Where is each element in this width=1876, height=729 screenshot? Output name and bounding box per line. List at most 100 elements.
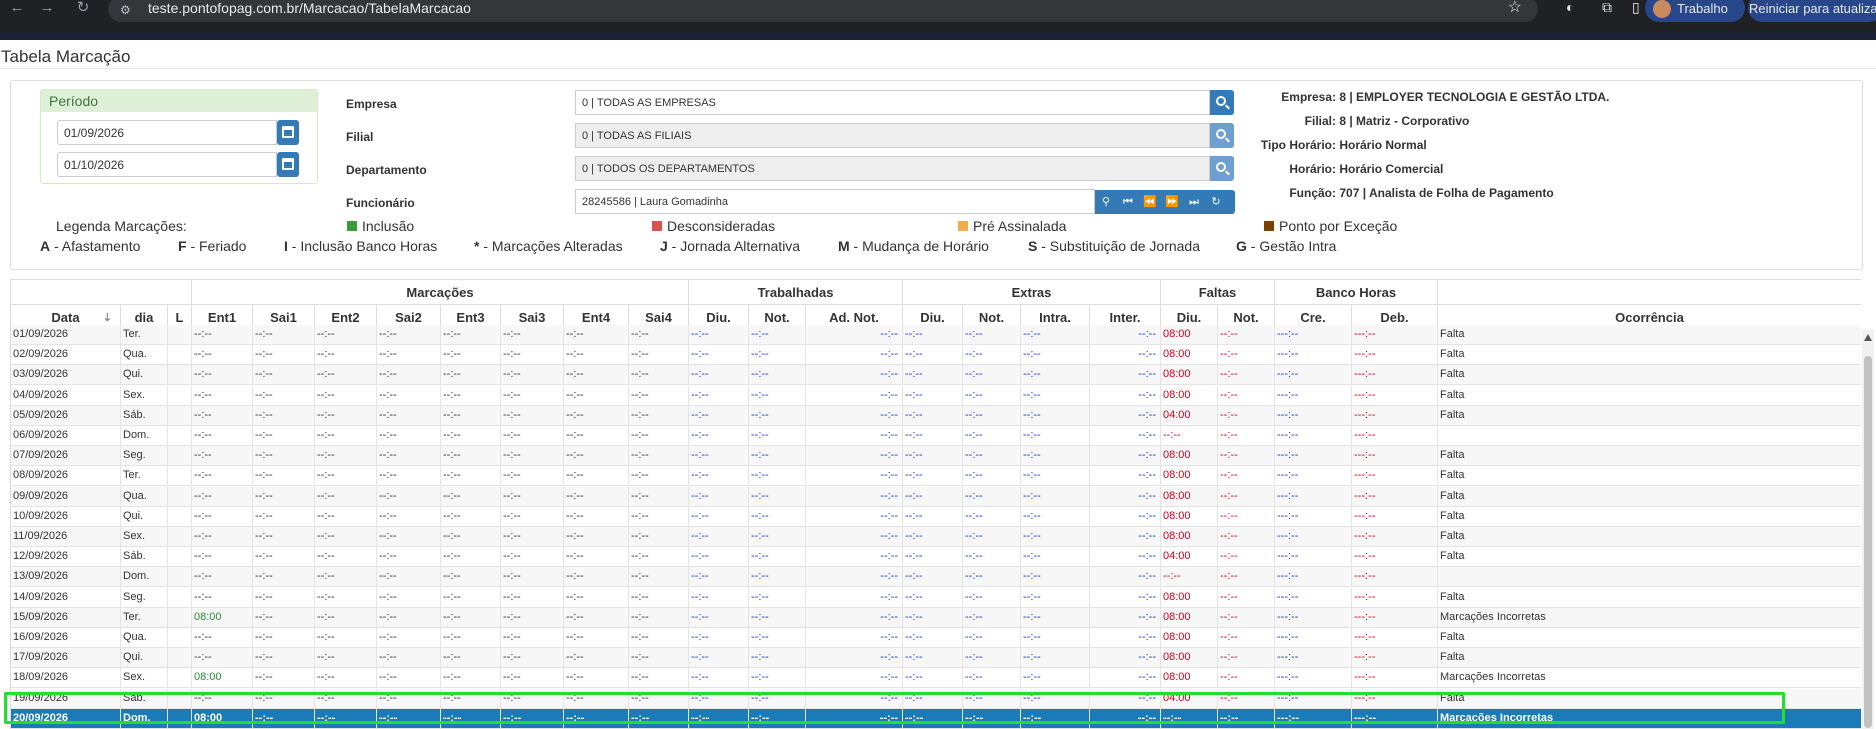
- table-row[interactable]: 10/09/2026 Qui. --:-- --:-- --:-- --:-- --:-- -…: [11, 506, 1861, 527]
- table-cell: --:--: [1090, 365, 1161, 386]
- table-cell: Falta: [1438, 325, 1861, 345]
- empresa-input[interactable]: 0 | TODAS AS EMPRESAS: [575, 90, 1210, 115]
- site-settings-icon[interactable]: ⚙: [120, 4, 131, 16]
- table-row[interactable]: 02/09/2026 Qua. --:-- --:-- --:-- --:-- --:-- -…: [11, 345, 1861, 366]
- table-cell: --:--: [253, 405, 315, 426]
- filial-search-button[interactable]: [1210, 123, 1234, 148]
- table-cell: ---:--: [1275, 325, 1352, 345]
- table-cell: --:--: [564, 385, 629, 406]
- table-cell: --:--: [629, 466, 689, 487]
- table-cell: [168, 466, 192, 487]
- table-scrollbar[interactable]: [1862, 330, 1874, 729]
- code-j: J - Jornada Alternativa: [660, 238, 801, 254]
- search-icon[interactable]: ⚲: [1095, 190, 1117, 214]
- funcionario-input[interactable]: 28245586 | Laura Gomadinha: [575, 189, 1095, 214]
- table-row[interactable]: 09/09/2026 Qua. --:-- --:-- --:-- --:-- --:-- -…: [11, 486, 1861, 507]
- table-row[interactable]: 04/09/2026 Sex. --:-- --:-- --:-- --:-- --:-- -…: [11, 385, 1861, 406]
- table-cell: --:--: [806, 688, 903, 709]
- table-cell: --:--: [253, 607, 315, 628]
- sort-icon[interactable]: ⇣: [103, 311, 112, 324]
- table-cell: --:--: [192, 486, 253, 507]
- table-cell: --:--: [192, 688, 253, 709]
- table-cell: --:--: [1021, 405, 1090, 426]
- previous-icon[interactable]: ⏪: [1139, 190, 1161, 214]
- departamento-input[interactable]: 0 | TODOS OS DEPARTAMENTOS: [575, 156, 1210, 181]
- table-cell: --:--: [1218, 527, 1275, 547]
- search-icon: [1216, 129, 1226, 139]
- table-cell: --:--: [192, 648, 253, 669]
- table-cell: --:--: [1090, 708, 1161, 729]
- profile-chip[interactable]: Trabalho: [1645, 0, 1745, 22]
- table-cell: Falta: [1438, 527, 1861, 547]
- table-row[interactable]: 15/09/2026 Ter. 08:00 --:-- --:-- --:-- --:-- -…: [11, 607, 1861, 628]
- table-cell: --:--: [963, 648, 1021, 669]
- empresa-search-button[interactable]: [1210, 90, 1234, 115]
- table-row[interactable]: 05/09/2026 Sáb. --:-- --:-- --:-- --:-- --:-- -…: [11, 405, 1861, 426]
- table-row[interactable]: 14/09/2026 Seg. --:-- --:-- --:-- --:-- --:-- -…: [11, 587, 1861, 608]
- table-row[interactable]: 12/09/2026 Sáb. --:-- --:-- --:-- --:-- --:-- -…: [11, 547, 1861, 568]
- table-cell: --:--: [903, 567, 963, 588]
- table-row[interactable]: 08/09/2026 Ter. --:-- --:-- --:-- --:-- --:-- -…: [11, 466, 1861, 487]
- table-row[interactable]: 11/09/2026 Sex. --:-- --:-- --:-- --:-- --:-- -…: [11, 527, 1861, 547]
- extension-icon[interactable]: ◐: [1566, 0, 1574, 14]
- table-cell: 12/09/2026: [11, 547, 121, 568]
- table-cell: --:--: [963, 345, 1021, 366]
- table-cell: --:--: [441, 385, 501, 406]
- table-row[interactable]: 03/09/2026 Qui. --:-- --:-- --:-- --:-- --:-- -…: [11, 365, 1861, 386]
- table-cell: --:--: [1090, 567, 1161, 588]
- table-cell: --:--: [749, 688, 806, 709]
- puzzle-extensions-icon[interactable]: ⧉: [1602, 0, 1612, 14]
- end-date-calendar-button[interactable]: [277, 152, 299, 177]
- table-row[interactable]: 17/09/2026 Qui. --:-- --:-- --:-- --:-- --:-- -…: [11, 648, 1861, 669]
- code-m: M - Mudança de Horário: [838, 238, 989, 254]
- table-cell: 08:00: [1161, 607, 1218, 628]
- table-row[interactable]: 07/09/2026 Seg. --:-- --:-- --:-- --:-- --:-- -…: [11, 446, 1861, 467]
- back-icon[interactable]: ←: [6, 0, 28, 22]
- table-cell: --:--: [689, 668, 749, 689]
- table-cell: --:--: [564, 506, 629, 527]
- next-icon[interactable]: ⏩: [1161, 190, 1183, 214]
- forward-icon[interactable]: →: [36, 0, 58, 22]
- update-button[interactable]: Reiniciar para atualizar: [1748, 0, 1876, 22]
- last-icon[interactable]: ⏭: [1183, 190, 1205, 214]
- table-cell: --:--: [253, 628, 315, 648]
- first-icon[interactable]: ⏮: [1117, 190, 1139, 214]
- table-cell: --:--: [1021, 385, 1090, 406]
- table-row[interactable]: 13/09/2026 Dom. --:-- --:-- --:-- --:-- --:-- -…: [11, 567, 1861, 588]
- side-panel-icon[interactable]: ▯: [1632, 0, 1640, 14]
- departamento-search-button[interactable]: [1210, 156, 1234, 181]
- refresh-icon[interactable]: ↻: [1205, 190, 1227, 214]
- filial-input[interactable]: 0 | TODAS AS FILIAIS: [575, 123, 1210, 148]
- table-cell: --:--: [315, 527, 377, 547]
- table-cell: [168, 385, 192, 406]
- table-row[interactable]: 06/09/2026 Dom. --:-- --:-- --:-- --:-- --:-- -…: [11, 426, 1861, 446]
- table-cell: Qua.: [121, 345, 168, 366]
- table-row[interactable]: 01/09/2026 Ter. --:-- --:-- --:-- --:-- --:-- -…: [11, 325, 1861, 345]
- profile-label: Trabalho: [1677, 1, 1728, 16]
- table-row[interactable]: 19/09/2026 Sáb. --:-- --:-- --:-- --:-- --:-- -…: [11, 688, 1861, 709]
- scroll-up-icon[interactable]: [1864, 334, 1872, 341]
- start-date-input[interactable]: 01/09/2026: [57, 120, 277, 145]
- reload-icon[interactable]: ↻: [72, 0, 94, 22]
- table-cell: [168, 607, 192, 628]
- table-row[interactable]: 18/09/2026 Sex. 08:00 --:-- --:-- --:-- --:-- -…: [11, 668, 1861, 689]
- url-text[interactable]: teste.pontofopag.com.br/Marcacao/TabelaM…: [148, 1, 471, 15]
- table-cell: --:--: [564, 325, 629, 345]
- table-cell: --:--: [1218, 648, 1275, 669]
- start-date-calendar-button[interactable]: [277, 120, 299, 145]
- table-cell: --:--: [253, 385, 315, 406]
- table-cell: --:--: [377, 688, 441, 709]
- table-cell: --:--: [1090, 547, 1161, 568]
- column-header-label: L: [175, 310, 184, 325]
- table-cell: --:--: [629, 405, 689, 426]
- table-row[interactable]: 16/09/2026 Qua. --:-- --:-- --:-- --:-- --:-- -…: [11, 628, 1861, 648]
- table-cell: --:--: [315, 607, 377, 628]
- scrollbar-thumb[interactable]: [1864, 356, 1872, 728]
- address-bar[interactable]: ⚙ teste.pontofopag.com.br/Marcacao/Tabel…: [108, 0, 1538, 22]
- table-cell: --:--: [1021, 345, 1090, 366]
- bookmark-star-icon[interactable]: ☆: [1508, 0, 1522, 16]
- end-date-input[interactable]: 01/10/2026: [57, 152, 277, 177]
- table-cell: --:--: [1218, 365, 1275, 386]
- table-row[interactable]: 20/09/2026 Dom. 08:00 --:-- --:-- --:-- --:-- -…: [11, 708, 1861, 729]
- table-cell: --:--: [806, 426, 903, 446]
